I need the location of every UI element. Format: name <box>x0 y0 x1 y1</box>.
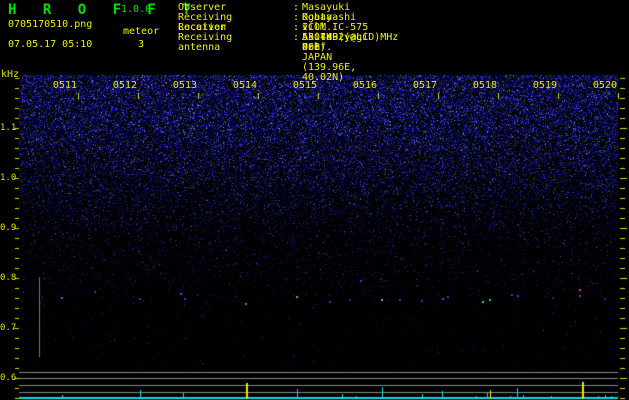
text-overlay: H R O F F T 1.0.0 0705170510.png meteor … <box>0 0 629 400</box>
info-colon: : <box>293 32 300 43</box>
time-label: 0511 <box>52 80 77 91</box>
freq-label: 0.8 <box>0 273 17 283</box>
capture-datetime: 07.05.17 05:10 <box>8 39 93 50</box>
freq-label: 0.7 <box>0 323 17 333</box>
time-label: 0517 <box>412 80 437 91</box>
time-label: 0513 <box>172 80 197 91</box>
time-label: 0512 <box>112 80 137 91</box>
app-title: H R O F F T <box>8 2 200 18</box>
hrofft-screen: H R O F F T 1.0.0 0705170510.png meteor … <box>0 0 629 400</box>
info-value: A504HB(yagi 4el) <box>302 32 369 53</box>
freq-label: 1.0 <box>0 173 17 183</box>
time-label: 0514 <box>232 80 257 91</box>
time-label: 0519 <box>532 80 557 91</box>
app-version: 1.0.0 <box>121 4 152 15</box>
time-label: 0516 <box>352 80 377 91</box>
freq-unit-label: kHz <box>1 69 20 80</box>
freq-label: 0.9 <box>0 223 17 233</box>
observation-mode: meteor <box>123 26 160 37</box>
time-label: 0520 <box>592 80 617 91</box>
time-label: 0515 <box>292 80 317 91</box>
freq-label: 0.6 <box>0 373 17 383</box>
echo-count: 3 <box>138 39 145 50</box>
time-label: 0518 <box>472 80 497 91</box>
freq-label: 1.1 <box>0 123 17 133</box>
info-label: Receiving antenna <box>178 32 233 53</box>
capture-filename: 0705170510.png <box>8 19 93 30</box>
